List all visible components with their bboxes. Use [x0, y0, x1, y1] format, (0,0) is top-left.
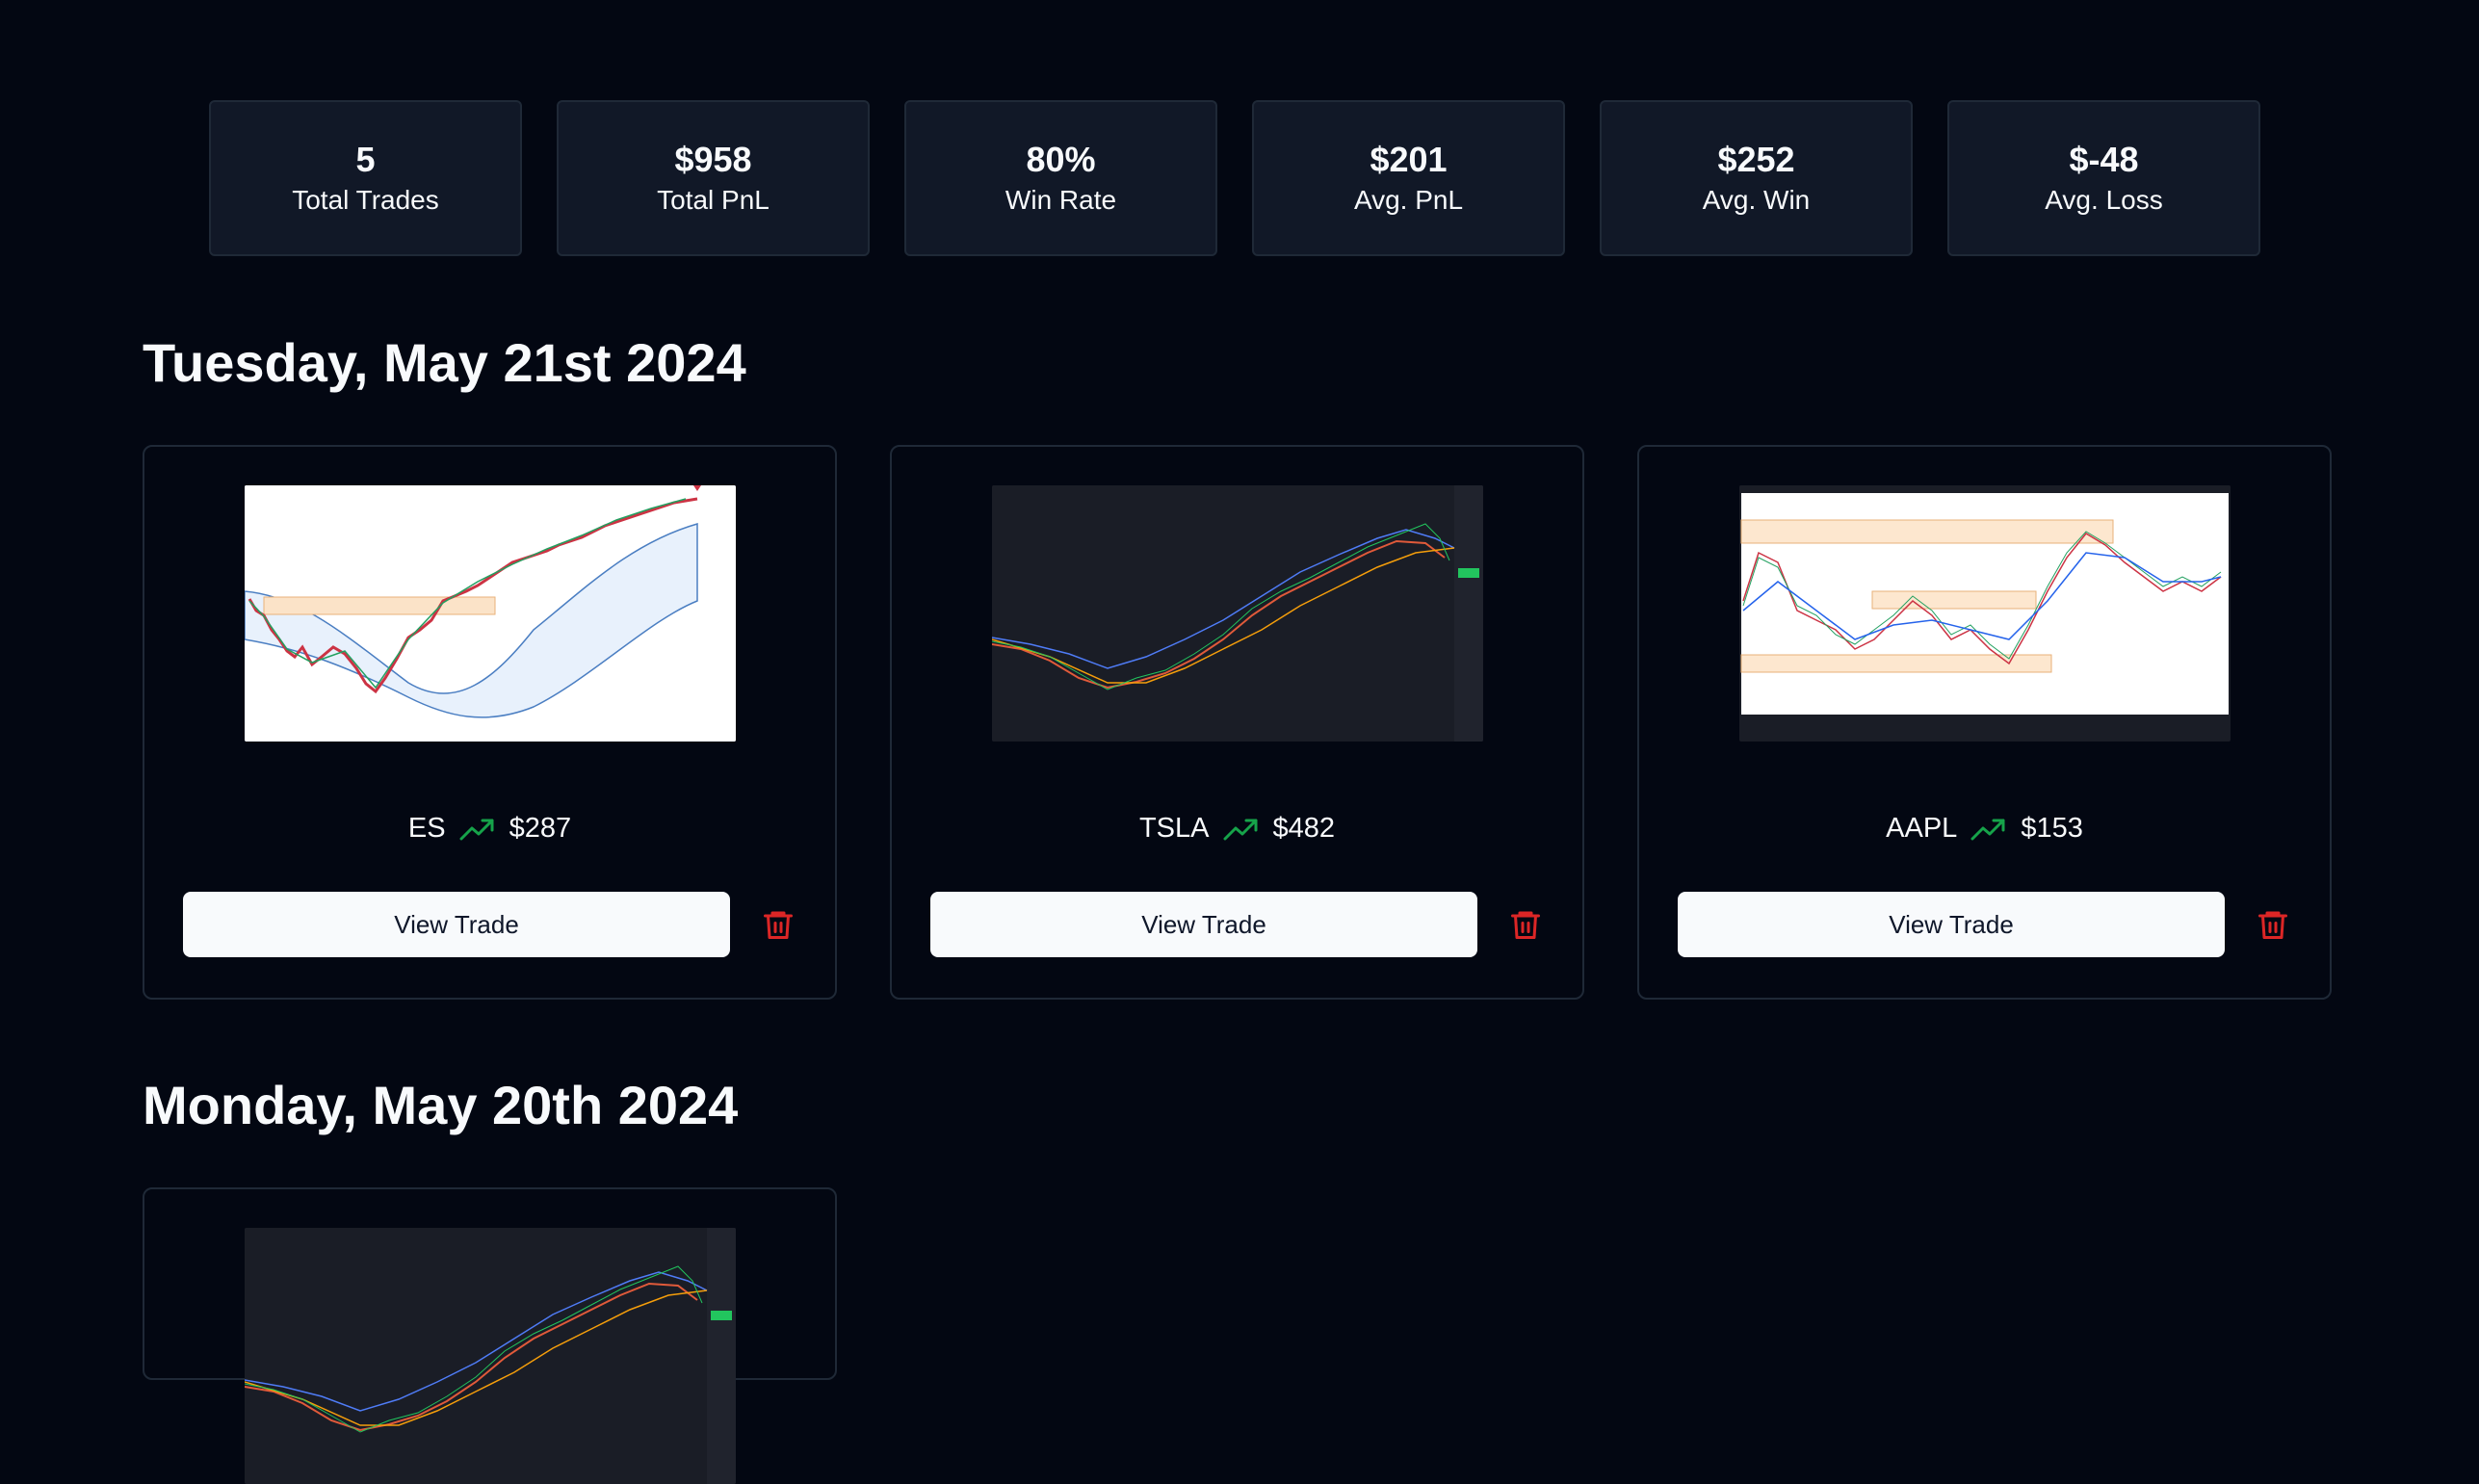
stat-label: Win Rate — [1005, 185, 1117, 215]
trade-pnl: $287 — [509, 813, 572, 844]
trade-card: ES $287 View Trade — [143, 445, 837, 1000]
stat-total-pnl: $958 Total PnL — [557, 100, 870, 256]
trash-icon — [2256, 907, 2290, 942]
trade-summary: TSLA $482 — [892, 813, 1582, 845]
stats-bar: 5 Total Trades $958 Total PnL 80% Win Ra… — [209, 100, 2260, 256]
view-trade-button[interactable]: View Trade — [183, 892, 730, 957]
trade-chart-thumbnail[interactable] — [1739, 485, 2231, 742]
trade-chart-thumbnail[interactable] — [245, 485, 736, 742]
view-trade-button[interactable]: View Trade — [930, 892, 1477, 957]
stat-value: $958 — [674, 140, 752, 179]
stat-label: Total PnL — [657, 185, 770, 215]
trade-symbol: AAPL — [1886, 813, 1958, 844]
delete-trade-button[interactable] — [2252, 903, 2294, 946]
stat-label: Avg. Loss — [2045, 185, 2163, 215]
trade-summary: ES $287 — [144, 813, 835, 845]
trade-chart-thumbnail[interactable] — [992, 485, 1483, 742]
trending-up-icon — [1970, 816, 2007, 843]
delete-trade-button[interactable] — [1504, 903, 1547, 946]
stat-value: 5 — [355, 140, 376, 179]
stat-label: Avg. Win — [1702, 185, 1811, 215]
stat-value: $-48 — [2069, 140, 2139, 179]
trash-icon — [1508, 907, 1543, 942]
trade-chart-thumbnail[interactable] — [245, 1228, 736, 1484]
stat-avg-pnl: $201 Avg. PnL — [1252, 100, 1565, 256]
day-heading: Monday, May 20th 2024 — [143, 1075, 739, 1135]
stat-label: Total Trades — [292, 185, 439, 215]
stat-label: Avg. PnL — [1353, 185, 1464, 215]
trade-pnl: $153 — [2021, 813, 2083, 844]
stat-value: $201 — [1370, 140, 1448, 179]
trending-up-icon — [1223, 816, 1260, 843]
stat-avg-win: $252 Avg. Win — [1600, 100, 1913, 256]
stat-value: 80% — [1026, 140, 1096, 179]
trash-icon — [761, 907, 796, 942]
day-heading: Tuesday, May 21st 2024 — [143, 332, 746, 393]
stat-total-trades: 5 Total Trades — [209, 100, 522, 256]
trade-card: TSLA $482 View Trade — [890, 445, 1584, 1000]
trade-card — [143, 1187, 837, 1484]
trade-card: AAPL $153 View Trade — [1637, 445, 2332, 1000]
stat-win-rate: 80% Win Rate — [904, 100, 1217, 256]
delete-trade-button[interactable] — [757, 903, 799, 946]
trending-up-icon — [459, 816, 496, 843]
trade-symbol: ES — [407, 813, 446, 844]
trade-summary: AAPL $153 — [1639, 813, 2330, 845]
stat-avg-loss: $-48 Avg. Loss — [1947, 100, 2260, 256]
trade-symbol: TSLA — [1138, 813, 1210, 844]
trade-pnl: $482 — [1272, 813, 1336, 844]
stat-value: $252 — [1717, 140, 1795, 179]
view-trade-button[interactable]: View Trade — [1678, 892, 2225, 957]
